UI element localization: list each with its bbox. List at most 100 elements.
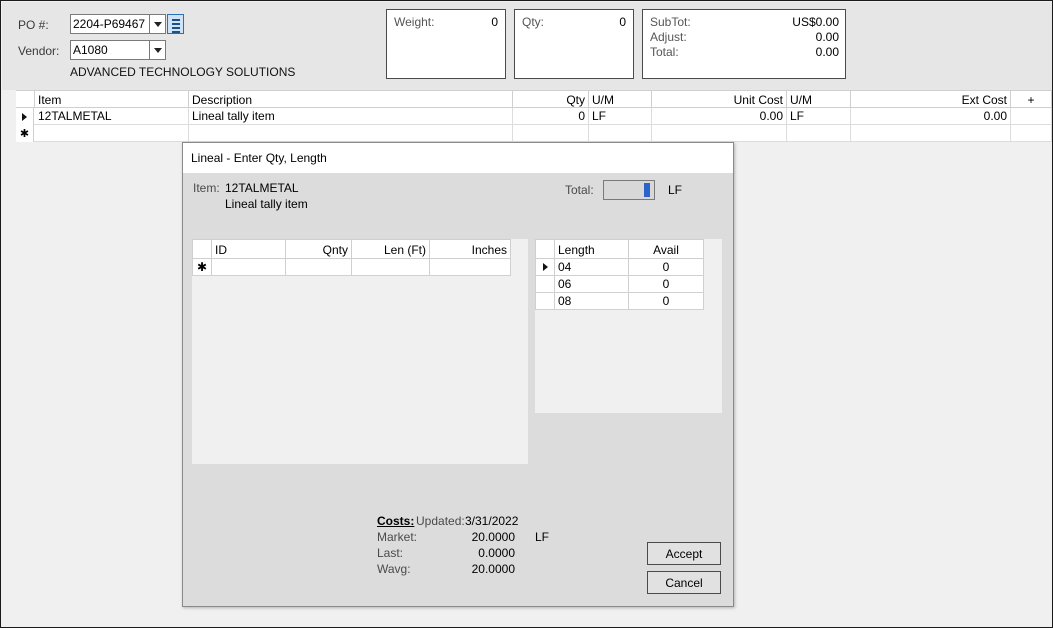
po-number-combo[interactable]: 2204-P69467: [70, 14, 166, 34]
vendor-name: ADVANCED TECHNOLOGY SOLUTIONS: [70, 65, 296, 79]
col-length[interactable]: Length: [555, 239, 629, 259]
current-row-indicator[interactable]: [535, 259, 555, 276]
length-corner: [535, 239, 555, 259]
weight-label: Weight:: [394, 15, 435, 29]
cell-length[interactable]: 04: [555, 259, 629, 276]
lineal-tally-dialog: Lineal - Enter Qty, Length Item: 12TALME…: [182, 142, 734, 607]
col-id[interactable]: ID: [212, 239, 286, 259]
col-item[interactable]: Item: [35, 90, 189, 108]
cell-avail[interactable]: 0: [629, 276, 704, 293]
col-qnty[interactable]: Qnty: [286, 239, 352, 259]
vendor-label: Vendor:: [18, 44, 60, 58]
cell-ext-cost[interactable]: 0.00: [851, 108, 1011, 125]
cell-item[interactable]: 12TALMETAL: [35, 108, 189, 125]
add-column-button[interactable]: +: [1011, 90, 1052, 108]
col-ext-cost[interactable]: Ext Cost: [851, 90, 1011, 108]
item-label: Item:: [193, 181, 220, 195]
total-label: Total:: [565, 183, 594, 197]
vendor-value: A1080: [73, 43, 108, 57]
chevron-down-icon[interactable]: [149, 41, 165, 59]
col-unit-cost[interactable]: Unit Cost: [652, 90, 787, 108]
accept-button[interactable]: Accept: [647, 542, 721, 565]
tally-grid[interactable]: ID Qnty Len (Ft) Inches ✱: [192, 239, 528, 464]
new-cell-um[interactable]: [589, 125, 652, 142]
row-pointer-icon: [542, 263, 548, 271]
item-description: Lineal tally item: [225, 197, 308, 211]
new-cell-qnty[interactable]: [286, 259, 352, 276]
total-label: Total:: [650, 45, 679, 59]
po-window: PO #: 2204-P69467 Vendor: A1080 ADVANCED…: [0, 0, 1053, 628]
new-row-marker[interactable]: ✱: [16, 125, 34, 142]
dialog-body: Item: 12TALMETAL Lineal tally item Total…: [183, 173, 733, 606]
row-selector[interactable]: [535, 293, 555, 310]
po-number-value: 2204-P69467: [73, 17, 146, 31]
new-cell-unit-cost[interactable]: [652, 125, 787, 142]
wavg-label: Wavg:: [377, 562, 411, 576]
cell-length[interactable]: 08: [555, 293, 629, 310]
length-availability-grid[interactable]: Length Avail 04 0 06 0 08 0: [535, 239, 722, 413]
table-row[interactable]: 12TALMETAL Lineal tally item 0 LF 0.00 L…: [16, 108, 1052, 125]
cell-length[interactable]: 06: [555, 276, 629, 293]
updated-label: Updated:: [416, 514, 465, 528]
wavg-value: 20.0000: [471, 562, 515, 576]
costs-heading: Costs:: [377, 514, 415, 528]
total-value: 0.00: [815, 45, 839, 59]
dialog-title: Lineal - Enter Qty, Length: [183, 143, 733, 173]
market-unit: LF: [535, 530, 550, 544]
cell-avail[interactable]: 0: [629, 259, 704, 276]
col-description[interactable]: Description: [189, 90, 513, 108]
cell-unit-cost[interactable]: 0.00: [652, 108, 787, 125]
po-list-menu-icon[interactable]: [167, 14, 184, 34]
new-cell-inches[interactable]: [430, 259, 511, 276]
total-unit: LF: [668, 183, 683, 197]
qty-label: Qty:: [522, 15, 545, 29]
totals-box: SubTot: US$0.00 Adjust: 0.00 Total: 0.00: [642, 9, 846, 79]
col-cost-um[interactable]: U/M: [787, 90, 851, 108]
current-row-indicator[interactable]: [16, 108, 34, 125]
subtot-value: US$0.00: [792, 15, 839, 29]
grid-header: Item Description Qty U/M Unit Cost U/M E…: [16, 90, 1052, 108]
new-cell-description[interactable]: [189, 125, 513, 142]
cell-description[interactable]: Lineal tally item: [189, 108, 513, 125]
col-len-ft[interactable]: Len (Ft): [352, 239, 430, 259]
last-label: Last:: [377, 546, 404, 560]
row-selector[interactable]: [535, 276, 555, 293]
adjust-label: Adjust:: [650, 30, 687, 44]
new-cell-len-ft[interactable]: [352, 259, 430, 276]
cell-extra[interactable]: [1011, 108, 1052, 125]
new-cell-ext-cost[interactable]: [851, 125, 1011, 142]
qty-value: 0: [619, 15, 626, 29]
total-lf-input[interactable]: [603, 180, 655, 200]
col-qty[interactable]: Qty: [513, 90, 589, 108]
new-cell-qty[interactable]: [513, 125, 589, 142]
tally-corner: [192, 239, 212, 259]
text-cursor: [644, 183, 650, 197]
col-inches[interactable]: Inches: [430, 239, 511, 259]
cell-cost-um[interactable]: LF: [787, 108, 851, 125]
market-label: Market:: [377, 530, 418, 544]
subtot-label: SubTot:: [650, 15, 691, 29]
weight-value: 0: [491, 15, 498, 29]
new-table-row[interactable]: ✱: [16, 125, 1052, 142]
cell-qty[interactable]: 0: [513, 108, 589, 125]
new-cell-extra[interactable]: [1011, 125, 1052, 142]
po-label: PO #:: [18, 18, 49, 32]
new-cell-cost-um[interactable]: [787, 125, 851, 142]
cancel-button[interactable]: Cancel: [647, 571, 721, 594]
vendor-combo[interactable]: A1080: [70, 40, 166, 60]
grid-row-header-corner: [16, 90, 35, 108]
new-row-marker[interactable]: ✱: [192, 259, 212, 276]
new-cell-item[interactable]: [35, 125, 189, 142]
updated-date: 3/31/2022: [465, 514, 519, 528]
col-um[interactable]: U/M: [589, 90, 652, 108]
item-code: 12TALMETAL: [225, 181, 299, 195]
weight-box: Weight: 0: [386, 9, 506, 79]
cell-avail[interactable]: 0: [629, 293, 704, 310]
market-value: 20.0000: [471, 530, 515, 544]
new-cell-id[interactable]: [212, 259, 286, 276]
row-pointer-icon: [22, 112, 27, 121]
col-avail[interactable]: Avail: [629, 239, 704, 259]
adjust-value: 0.00: [815, 30, 839, 44]
chevron-down-icon[interactable]: [149, 15, 165, 33]
cell-um[interactable]: LF: [589, 108, 652, 125]
